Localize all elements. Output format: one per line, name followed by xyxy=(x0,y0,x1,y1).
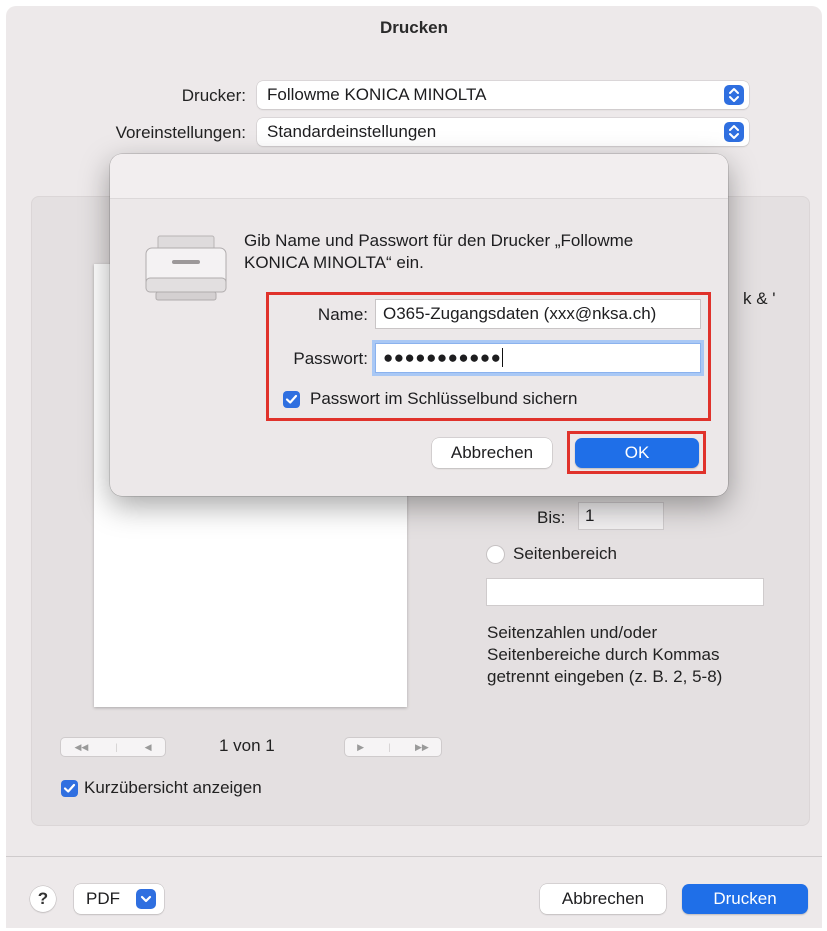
presets-select-value: Standardeinstellungen xyxy=(267,122,437,141)
preview-forward-buttons[interactable]: ▶ | ▶▶ xyxy=(345,738,441,756)
printer-select-value: Followme KONICA MINOLTA xyxy=(267,85,487,104)
footer-divider xyxy=(6,856,822,857)
page-range-help-line: Seitenzahlen und/oder xyxy=(487,623,658,642)
auth-message: Gib Name und Passwort für den Drucker „F… xyxy=(244,230,714,274)
chevron-updown-icon xyxy=(724,85,744,105)
pdf-label: PDF xyxy=(86,889,120,908)
printer-select[interactable]: Followme KONICA MINOLTA xyxy=(257,81,749,109)
page-range-radio[interactable] xyxy=(487,546,504,563)
page-range-help: Seitenzahlen und/oder Seitenbereiche dur… xyxy=(487,622,722,688)
auth-message-line: KONICA MINOLTA“ ein. xyxy=(244,253,424,272)
partial-option-label: k & ' xyxy=(743,289,776,308)
previous-page-icon[interactable]: ◀ xyxy=(145,742,152,753)
pages-to-field[interactable]: 1 xyxy=(579,503,663,529)
dialog-title: Drucken xyxy=(379,18,449,37)
pdf-menu-button[interactable]: PDF xyxy=(74,884,164,914)
pages-to-label: Bis: xyxy=(537,508,566,527)
chevron-updown-icon xyxy=(724,122,744,142)
auth-cancel-button[interactable]: Abbrechen xyxy=(432,438,552,468)
page-indicator: 1 von 1 xyxy=(219,736,275,755)
presets-select[interactable]: Standardeinstellungen xyxy=(257,118,749,146)
presets-label: Voreinstellungen: xyxy=(115,123,246,142)
page-range-label: Seitenbereich xyxy=(513,544,617,563)
thumbnail-label: Kurzübersicht anzeigen xyxy=(84,778,262,797)
cancel-button[interactable]: Abbrechen xyxy=(540,884,666,914)
highlight-ok-box xyxy=(567,431,706,474)
printer-icon xyxy=(145,235,227,301)
auth-message-line: Gib Name und Passwort für den Drucker „F… xyxy=(244,231,634,250)
thumbnail-checkbox[interactable] xyxy=(61,780,78,797)
chevron-down-icon xyxy=(136,889,156,909)
first-page-icon[interactable]: ◀◀ xyxy=(74,742,88,753)
page-range-help-line: getrennt eingeben (z. B. 2, 5-8) xyxy=(487,667,723,686)
help-button[interactable]: ? xyxy=(30,886,56,912)
print-button[interactable]: Drucken xyxy=(682,884,808,914)
last-page-icon[interactable]: ▶▶ xyxy=(415,742,429,753)
next-page-icon[interactable]: ▶ xyxy=(357,742,364,753)
printer-label: Drucker: xyxy=(181,86,246,105)
page-range-help-line: Seitenbereiche durch Kommas xyxy=(487,645,720,664)
sheet-header xyxy=(110,154,728,199)
preview-back-buttons[interactable]: ◀◀ | ◀ xyxy=(61,738,165,756)
highlight-credentials-box xyxy=(266,292,711,421)
page-range-input[interactable] xyxy=(487,579,763,605)
